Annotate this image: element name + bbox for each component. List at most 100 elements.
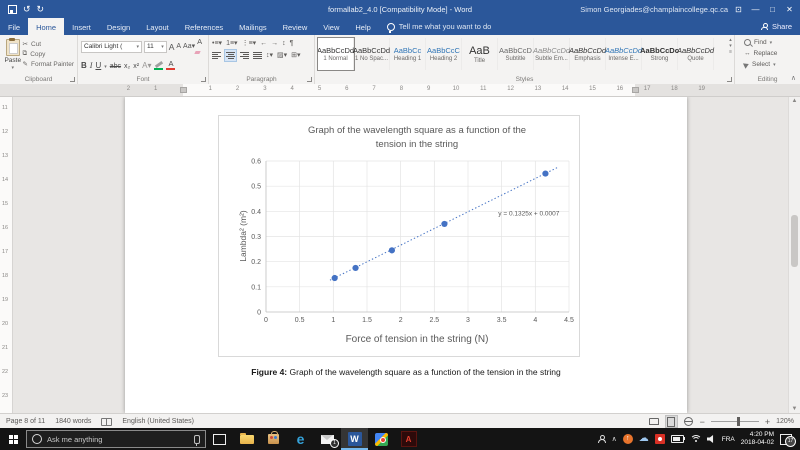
scroll-down-icon[interactable]: ▼: [789, 406, 800, 412]
multilevel-list-button[interactable]: ⋮≡▾: [242, 39, 257, 47]
font-name-combobox[interactable]: Calibri Light (▾: [81, 41, 142, 53]
undo-icon[interactable]: ↺: [23, 5, 31, 14]
ribbon-display-options-icon[interactable]: ⊡: [730, 5, 747, 14]
clock[interactable]: 4:20 PM 2018-04-02: [741, 431, 774, 447]
borders-button[interactable]: ⊞▾: [291, 51, 300, 59]
clear-formatting-button[interactable]: A: [197, 37, 205, 56]
scrollbar-thumb[interactable]: [791, 215, 798, 267]
style-emphasis[interactable]: AaBbCcDdEmphasis: [570, 38, 606, 70]
text-highlight-color-button[interactable]: [154, 63, 163, 70]
align-center-button[interactable]: [225, 50, 236, 61]
battery-icon[interactable]: [671, 435, 684, 443]
action-center-icon[interactable]: 17: [780, 434, 792, 445]
format-painter-button[interactable]: ✎Format Painter: [23, 60, 74, 68]
tab-home[interactable]: Home: [28, 18, 64, 35]
replace-button[interactable]: ↔Replace: [738, 48, 797, 59]
save-icon[interactable]: [8, 5, 17, 14]
word-count-indicator[interactable]: 1840 words: [55, 418, 91, 425]
show-paragraph-marks-button[interactable]: ¶: [290, 40, 294, 47]
minimize-icon[interactable]: —: [747, 5, 764, 14]
volume-icon[interactable]: [707, 435, 716, 443]
tab-references[interactable]: References: [177, 18, 231, 35]
font-color-button[interactable]: A: [166, 60, 175, 70]
language-indicator[interactable]: English (United States): [122, 418, 194, 425]
proofing-status-icon[interactable]: [101, 418, 112, 426]
tab-mailings[interactable]: Mailings: [231, 18, 275, 35]
bold-button[interactable]: B: [81, 61, 87, 70]
show-hidden-icons-chevron[interactable]: ∧: [612, 435, 617, 443]
underline-dropdown-icon[interactable]: ▾: [104, 64, 107, 70]
redo-icon[interactable]: ↻: [37, 5, 45, 14]
tell-me-box[interactable]: Tell me what you want to do: [379, 18, 500, 35]
file-explorer-button[interactable]: [233, 428, 260, 450]
underline-button[interactable]: U: [95, 61, 101, 70]
sort-button[interactable]: ↕: [282, 40, 286, 47]
style-intense-e-[interactable]: AaBbCcDdIntense E...: [606, 38, 642, 70]
scroll-up-icon[interactable]: ▲: [789, 98, 800, 104]
tab-insert[interactable]: Insert: [64, 18, 99, 35]
style-subtitle[interactable]: AaBbCcDSubtitle: [498, 38, 534, 70]
zoom-slider[interactable]: [711, 421, 759, 422]
font-dialog-launcher-icon[interactable]: [201, 77, 206, 82]
onedrive-cloud-icon[interactable]: ☁: [639, 434, 649, 444]
zoom-in-button[interactable]: +: [765, 417, 770, 427]
increase-indent-button[interactable]: →: [271, 40, 278, 47]
restore-icon[interactable]: □: [764, 5, 781, 14]
cut-button[interactable]: ✂Cut: [23, 40, 74, 48]
text-effects-button[interactable]: A▾: [142, 61, 151, 70]
start-button[interactable]: [0, 428, 26, 450]
align-left-button[interactable]: [212, 51, 221, 60]
red-app-tray-icon[interactable]: [655, 434, 665, 444]
align-right-button[interactable]: [240, 51, 249, 60]
tab-help[interactable]: Help: [347, 18, 378, 35]
gallery-more-icon[interactable]: ≡: [729, 50, 732, 55]
zoom-out-button[interactable]: −: [700, 417, 705, 427]
italic-button[interactable]: I: [90, 61, 93, 70]
strikethrough-button[interactable]: abc: [110, 63, 121, 70]
people-tray-icon[interactable]: [598, 435, 606, 443]
clipboard-dialog-launcher-icon[interactable]: [70, 77, 75, 82]
acrobat-button[interactable]: A: [395, 428, 422, 450]
share-button[interactable]: Share: [761, 18, 792, 35]
tab-file[interactable]: File: [0, 18, 28, 35]
styles-dialog-launcher-icon[interactable]: [727, 77, 732, 82]
web-layout-button[interactable]: [683, 416, 694, 427]
bullets-button[interactable]: •≡▾: [212, 39, 222, 47]
shrink-font-button[interactable]: A: [176, 42, 181, 52]
task-view-button[interactable]: [206, 428, 233, 450]
print-layout-button[interactable]: [666, 416, 677, 427]
chart-object[interactable]: 00.10.20.30.40.50.600.511.522.533.544.5y…: [218, 115, 580, 357]
style-subtle-em-[interactable]: AaBbCcDdSubtle Em...: [534, 38, 570, 70]
vertical-scrollbar[interactable]: ▲ ▼: [788, 97, 800, 413]
keyboard-language-indicator[interactable]: FRA: [722, 436, 735, 443]
tab-review[interactable]: Review: [275, 18, 316, 35]
collapse-ribbon-icon[interactable]: ∧: [791, 74, 796, 82]
shading-button[interactable]: ▨▾: [277, 51, 287, 59]
find-button[interactable]: Find▾: [738, 37, 797, 48]
paragraph-dialog-launcher-icon[interactable]: [307, 77, 312, 82]
microsoft-store-button[interactable]: [260, 428, 287, 450]
microphone-icon[interactable]: [194, 435, 200, 444]
select-button[interactable]: Select▾: [738, 59, 797, 70]
cortana-search-box[interactable]: Ask me anything: [26, 430, 206, 448]
zoom-slider-thumb[interactable]: [737, 417, 740, 426]
style-1-normal[interactable]: AaBbCcDd1 Normal: [318, 38, 354, 70]
page-number-indicator[interactable]: Page 8 of 11: [6, 418, 45, 425]
tab-design[interactable]: Design: [99, 18, 138, 35]
zoom-level[interactable]: 120%: [776, 418, 794, 425]
mail-button[interactable]: 1: [314, 428, 341, 450]
word-taskbar-button[interactable]: W: [341, 428, 368, 450]
close-icon[interactable]: ✕: [781, 5, 798, 14]
style-heading-2[interactable]: AaBbCcCHeading 2: [426, 38, 462, 70]
decrease-indent-button[interactable]: ←: [260, 40, 267, 47]
left-indent-marker[interactable]: [180, 87, 187, 93]
justify-button[interactable]: [253, 51, 262, 60]
line-spacing-button[interactable]: ↕▾: [266, 51, 273, 59]
change-case-button[interactable]: Aa▾: [183, 42, 195, 52]
read-mode-button[interactable]: [649, 416, 660, 427]
style-heading-1[interactable]: AaBbCcHeading 1: [390, 38, 426, 70]
right-indent-marker[interactable]: [632, 87, 639, 93]
numbering-button[interactable]: 1≡▾: [226, 39, 238, 47]
grow-font-button[interactable]: A: [169, 42, 175, 52]
paste-button[interactable]: Paste ▾: [3, 37, 23, 74]
